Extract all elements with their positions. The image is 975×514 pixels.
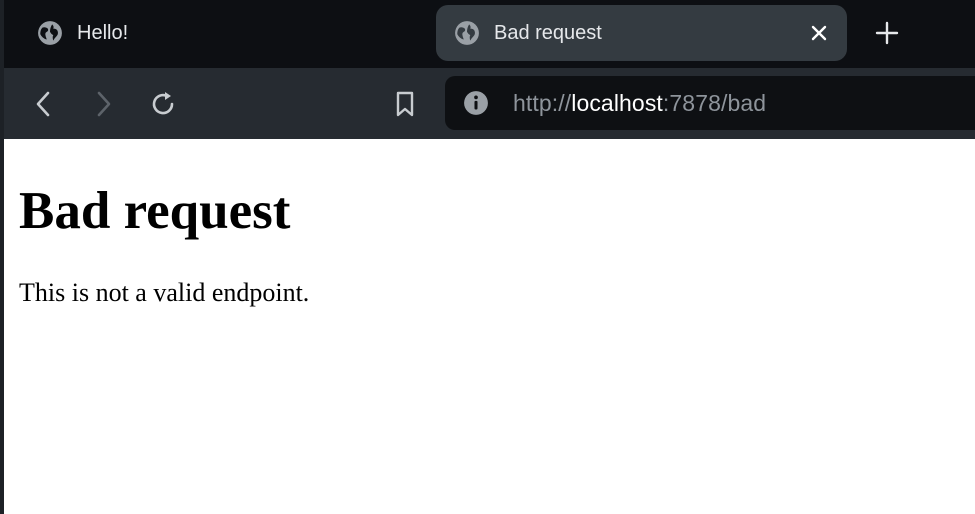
bookmark-button[interactable]: [387, 86, 423, 122]
close-icon: [811, 25, 827, 41]
globe-icon: [38, 21, 62, 45]
url-scheme: http://: [513, 89, 572, 116]
page-content: Bad request This is not a valid endpoint…: [4, 139, 975, 514]
window-left-edge: [0, 0, 4, 514]
tab-strip: Hello! Bad request: [4, 0, 975, 68]
tab-bad-request[interactable]: Bad request: [436, 5, 847, 61]
tab-title: Bad request: [494, 21, 602, 44]
tab-title: Hello!: [77, 21, 129, 44]
address-bar[interactable]: http://localhost:7878/bad: [445, 76, 975, 130]
new-tab-button[interactable]: [870, 16, 904, 50]
url-path: :7878/bad: [662, 89, 767, 116]
page-heading: Bad request: [19, 182, 291, 240]
forward-button[interactable]: [85, 86, 121, 122]
forward-icon: [97, 91, 111, 117]
back-icon: [36, 91, 50, 117]
page-message: This is not a valid endpoint.: [19, 278, 310, 307]
plus-icon: [875, 21, 899, 45]
navigation-toolbar: http://localhost:7878/bad: [4, 68, 975, 139]
bookmark-icon: [396, 91, 414, 117]
url-text[interactable]: http://localhost:7878/bad: [513, 90, 766, 117]
tab-close-button[interactable]: [805, 19, 833, 47]
url-host: localhost: [571, 89, 663, 116]
tab-hello[interactable]: Hello!: [34, 5, 414, 61]
info-icon[interactable]: [463, 90, 489, 116]
reload-icon: [152, 92, 174, 115]
reload-button[interactable]: [145, 86, 181, 122]
back-button[interactable]: [26, 86, 62, 122]
globe-icon: [455, 21, 479, 45]
